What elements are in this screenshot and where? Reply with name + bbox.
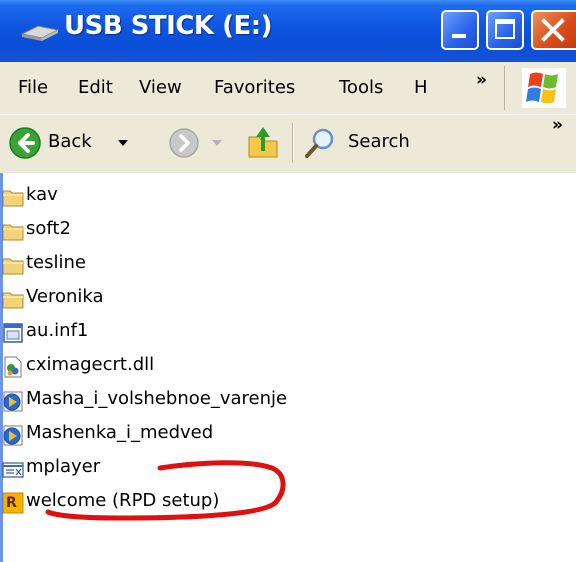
list-item[interactable]: Veronika bbox=[0, 285, 576, 315]
forward-button[interactable] bbox=[167, 124, 237, 164]
svg-text:R: R bbox=[6, 495, 17, 511]
media-file-icon bbox=[3, 391, 23, 412]
search-label: Search bbox=[348, 131, 410, 152]
menu-divider bbox=[504, 66, 505, 110]
up-folder-button[interactable] bbox=[245, 123, 285, 165]
folder-icon bbox=[2, 224, 24, 241]
windows-logo-icon bbox=[526, 72, 558, 104]
forward-arrow-icon bbox=[169, 128, 199, 158]
chevron-down-icon[interactable] bbox=[211, 138, 223, 148]
chevron-down-icon[interactable] bbox=[117, 138, 129, 148]
folder-icon bbox=[2, 292, 24, 309]
folder-icon bbox=[2, 190, 24, 207]
usb-drive-icon bbox=[20, 25, 60, 41]
window-title: USB STICK (E:) bbox=[64, 11, 273, 41]
up-folder-icon bbox=[248, 127, 278, 158]
menu-file[interactable]: File bbox=[18, 77, 48, 98]
back-button[interactable]: Back bbox=[8, 124, 158, 164]
maximize-button[interactable] bbox=[486, 10, 524, 50]
menu-overflow-chevron[interactable]: » bbox=[476, 70, 487, 90]
file-name: cximagecrt.dll bbox=[26, 354, 155, 375]
back-arrow-icon bbox=[9, 127, 41, 159]
minimize-button[interactable] bbox=[441, 10, 479, 50]
menu-favorites[interactable]: Favorites bbox=[214, 77, 295, 98]
file-name: kav bbox=[26, 184, 58, 205]
folder-icon bbox=[2, 258, 24, 275]
back-label: Back bbox=[48, 131, 92, 152]
toolbar-separator bbox=[292, 123, 294, 163]
menu-help[interactable]: H bbox=[414, 77, 428, 98]
maximize-icon bbox=[495, 19, 515, 39]
dll-file-icon bbox=[4, 356, 22, 378]
list-item[interactable]: tesline bbox=[0, 251, 576, 281]
file-name: mplayer bbox=[26, 456, 101, 477]
file-name: Mashenka_i_medved bbox=[26, 422, 214, 443]
menu-view[interactable]: View bbox=[139, 77, 182, 98]
file-name: au.inf1 bbox=[26, 320, 89, 341]
list-item[interactable]: mplayer bbox=[0, 455, 576, 485]
list-item[interactable]: Mashenka_i_medved bbox=[0, 421, 576, 451]
file-name: soft2 bbox=[26, 218, 71, 239]
file-name: tesline bbox=[26, 252, 86, 273]
close-button[interactable] bbox=[531, 10, 576, 50]
rpd-setup-icon: R bbox=[2, 492, 24, 514]
toolbar: Back Search » bbox=[0, 114, 576, 174]
list-item[interactable]: au.inf1 bbox=[0, 319, 576, 349]
menu-tools[interactable]: Tools bbox=[339, 77, 383, 98]
close-icon bbox=[541, 18, 565, 42]
list-item[interactable]: soft2 bbox=[0, 217, 576, 247]
file-name: welcome (RPD setup) bbox=[26, 490, 220, 511]
window-left-border bbox=[0, 173, 3, 562]
search-button[interactable]: Search bbox=[303, 124, 423, 164]
list-item[interactable]: kav bbox=[0, 183, 576, 213]
menu-edit[interactable]: Edit bbox=[78, 77, 113, 98]
file-list[interactable]: kav soft2 tesline Veronika au.inf1 cxima… bbox=[0, 173, 576, 562]
minimize-icon bbox=[452, 34, 466, 38]
toolbar-overflow-chevron[interactable]: » bbox=[552, 115, 563, 135]
media-file-icon bbox=[3, 425, 23, 446]
exe-file-icon bbox=[2, 462, 24, 478]
windows-logo bbox=[522, 68, 566, 108]
file-name: Veronika bbox=[26, 286, 104, 307]
menu-bar: File Edit View Favorites Tools H » bbox=[0, 62, 576, 115]
list-item[interactable]: R welcome (RPD setup) bbox=[0, 489, 576, 519]
list-item[interactable]: cximagecrt.dll bbox=[0, 353, 576, 383]
title-bar[interactable]: USB STICK (E:) bbox=[0, 0, 576, 62]
inf-file-icon bbox=[3, 323, 23, 343]
file-name: Masha_i_volshebnoe_varenje bbox=[26, 388, 288, 409]
search-icon bbox=[305, 128, 334, 158]
list-item[interactable]: Masha_i_volshebnoe_varenje bbox=[0, 387, 576, 417]
